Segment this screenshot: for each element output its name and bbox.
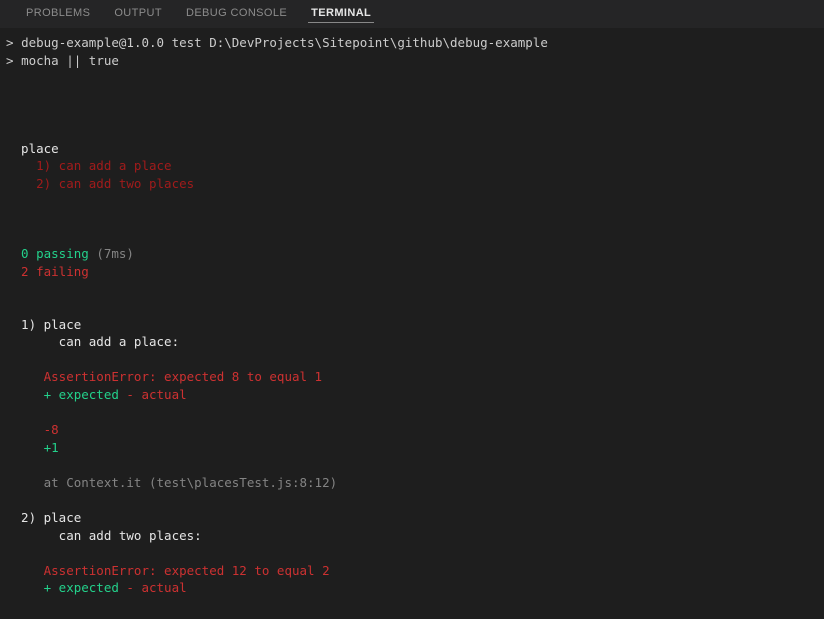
terminal-text-segment: (7ms) — [96, 246, 134, 262]
terminal-line-failing-test-1: 1) can add a place — [0, 157, 824, 175]
panel-tab-terminal[interactable]: TERMINAL — [299, 0, 383, 28]
terminal-line-failure-1-stack: at Context.it (test\placesTest.js:8:12) — [0, 474, 824, 492]
terminal-line-failure-2-assertion: AssertionError: expected 12 to equal 2 — [0, 562, 824, 580]
terminal-line-failure-1-header: 1) place — [0, 316, 824, 334]
panel-tab-label: OUTPUT — [114, 7, 162, 19]
panel-tab-debug-console[interactable]: DEBUG CONSOLE — [174, 0, 299, 28]
terminal-text-segment: at Context.it (test\placesTest.js:8:12) — [6, 474, 338, 490]
panel-tab-label: DEBUG CONSOLE — [185, 7, 288, 19]
panel-tab-bar: PROBLEMS OUTPUT DEBUG CONSOLE TERMINAL — [0, 0, 824, 28]
terminal-line-failure-2-actual: -12 — [0, 615, 824, 619]
terminal-line-failure-2-test: can add two places: — [0, 527, 824, 545]
terminal-line-failing-summary: 2 failing — [0, 263, 824, 281]
panel-tab-label: PROBLEMS — [26, 7, 91, 19]
terminal-text-segment: 0 passing — [6, 246, 97, 262]
terminal-text-segment: place — [6, 140, 59, 156]
terminal-line-passing-summary: 0 passing (7ms) — [0, 245, 824, 263]
terminal-text-segment: can add a place: — [6, 334, 180, 350]
terminal-text-segment: mocha || true — [21, 52, 119, 68]
terminal-line-failure-1-legend: + expected - actual — [0, 386, 824, 404]
terminal-line-failure-1-test: can add a place: — [0, 333, 824, 351]
terminal-text-segment: debug-example@1.0.0 test D:\DevProjects\… — [21, 35, 548, 50]
terminal-text-segment: > — [6, 52, 22, 68]
terminal-text-segment: 1) place — [6, 316, 82, 332]
terminal-text-segment: +1 — [6, 439, 59, 455]
terminal-text-segment: 2) can add two places — [6, 175, 195, 191]
terminal-output[interactable]: > debug-example@1.0.0 test D:\DevProject… — [0, 28, 824, 619]
terminal-text-segment: AssertionError: expected 8 to equal 1 — [6, 369, 323, 385]
terminal-text-segment: -12 — [6, 616, 67, 619]
active-tab-underline — [308, 22, 375, 23]
terminal-line-npm-script-line: > debug-example@1.0.0 test D:\DevProject… — [0, 34, 824, 52]
terminal-line-failure-1-actual: -8 — [0, 421, 824, 439]
terminal-line-failure-1-assertion: AssertionError: expected 8 to equal 1 — [0, 368, 824, 386]
terminal-text-segment: - actual — [126, 580, 187, 596]
terminal-line-failure-2-header: 2) place — [0, 509, 824, 527]
panel-tab-problems[interactable]: PROBLEMS — [14, 0, 102, 28]
terminal-text-segment: > — [6, 35, 22, 50]
terminal-line-suite-title: place — [0, 140, 824, 158]
terminal-text-segment: - actual — [126, 386, 187, 402]
terminal-line-failure-1-expected: +1 — [0, 439, 824, 457]
terminal-text-segment: + expected — [6, 386, 127, 402]
terminal-text-segment: 2) place — [6, 510, 82, 526]
terminal-text-segment: 2 failing — [6, 263, 89, 279]
terminal-line-failure-2-legend: + expected - actual — [0, 579, 824, 597]
terminal-text-segment: + expected — [6, 580, 127, 596]
terminal-line-mocha-command-line: > mocha || true — [0, 52, 824, 70]
terminal-text-segment: AssertionError: expected 12 to equal 2 — [6, 562, 330, 578]
terminal-text-segment: -8 — [6, 422, 59, 438]
terminal-text-segment: 1) can add a place — [6, 158, 172, 174]
panel-tab-output[interactable]: OUTPUT — [102, 0, 174, 28]
terminal-line-failing-test-2: 2) can add two places — [0, 175, 824, 193]
panel-tab-label: TERMINAL — [311, 7, 372, 19]
terminal-text-segment: can add two places: — [6, 527, 202, 543]
